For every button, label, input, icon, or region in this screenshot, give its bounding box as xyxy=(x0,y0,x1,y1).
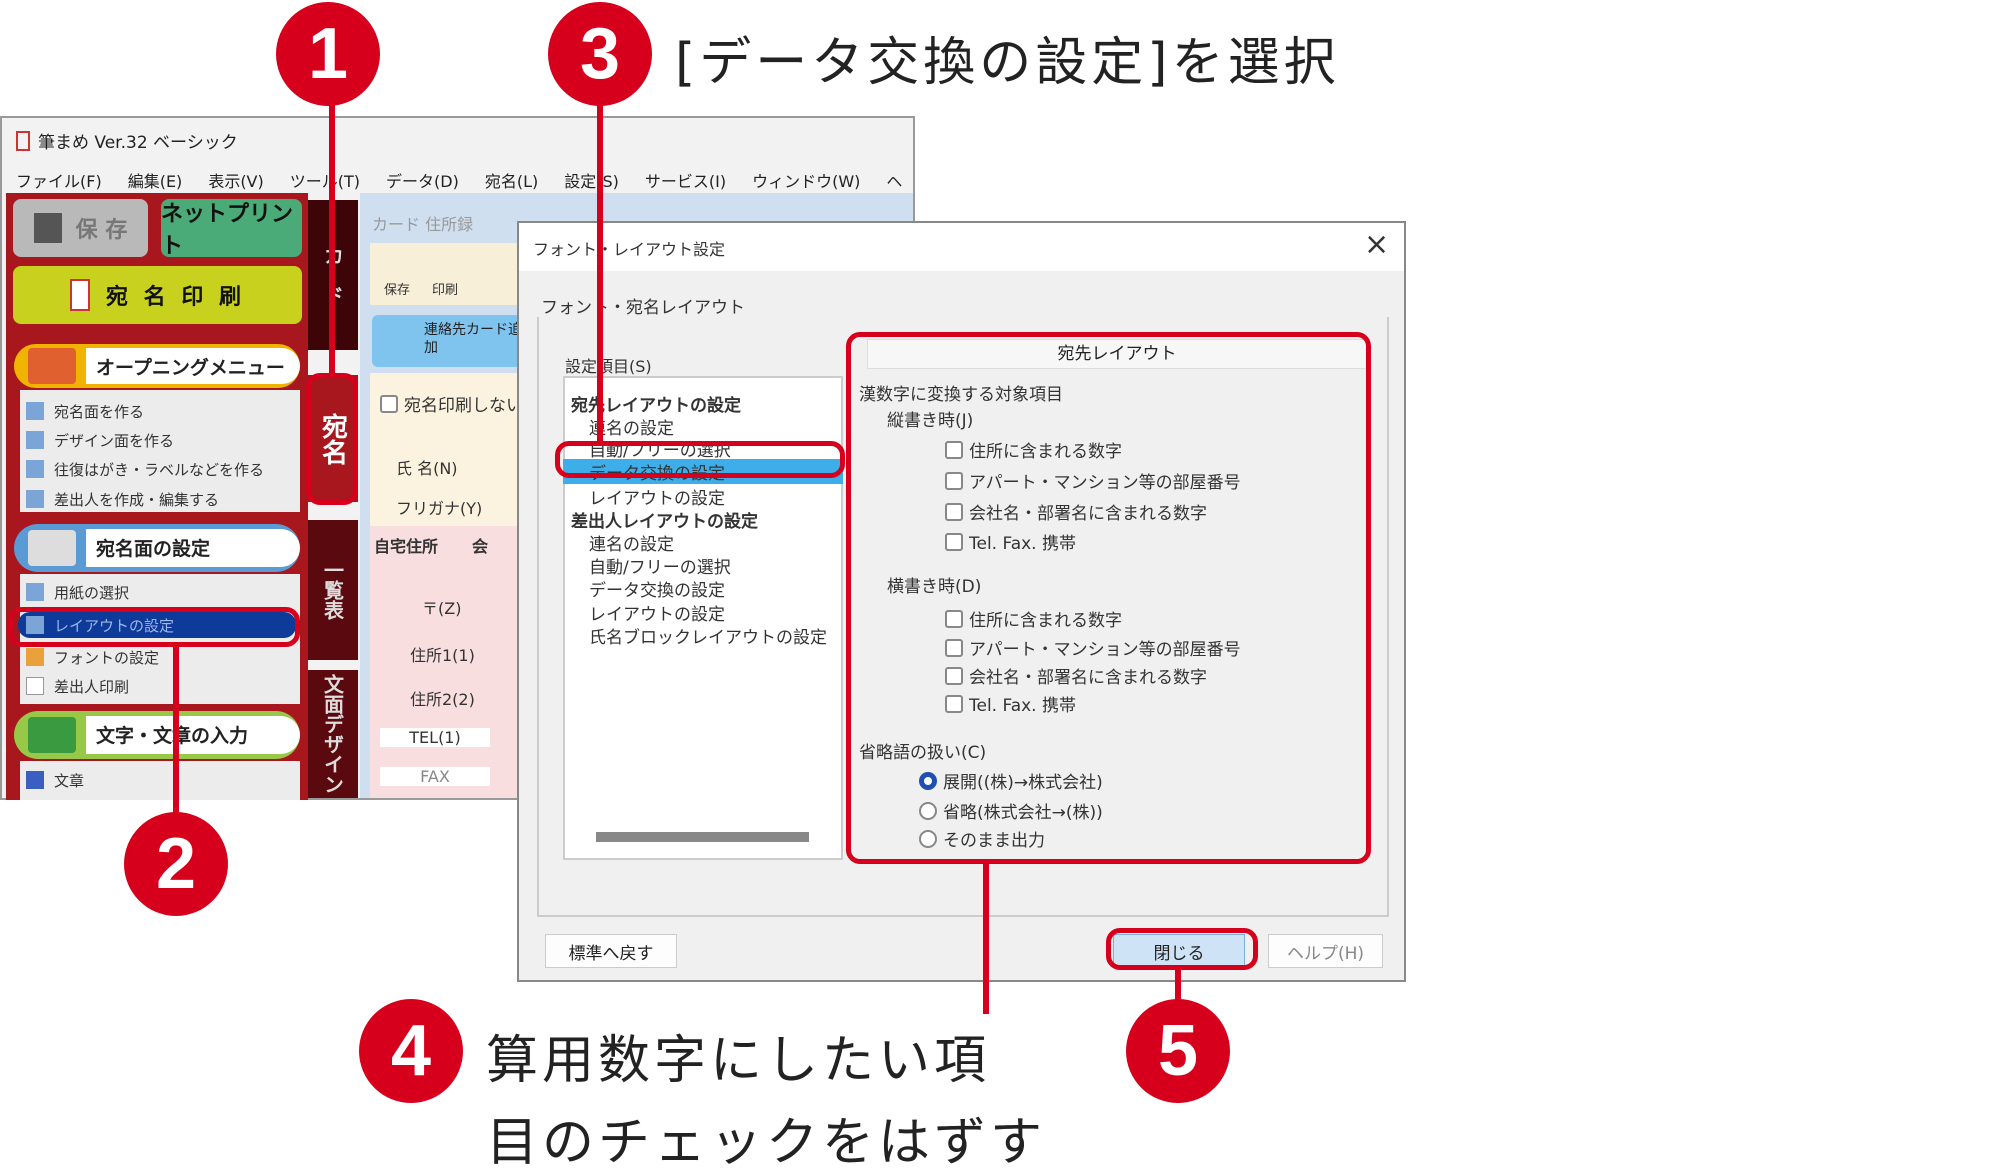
tel-label: TEL(1) xyxy=(380,728,490,747)
tab-list[interactable]: 一覧表 xyxy=(308,520,358,660)
close-icon[interactable]: × xyxy=(1364,227,1389,262)
postcard-icon xyxy=(70,279,90,311)
callout-1: 1 xyxy=(276,2,380,106)
fax-label: FAX xyxy=(380,767,490,786)
list-item[interactable]: 自動/フリーの選択 xyxy=(589,553,731,578)
name-label: 氏 名(N) xyxy=(396,459,458,478)
sidebar-item[interactable]: 宛名面を作る xyxy=(26,398,296,424)
address-settings-header[interactable]: 宛名面の設定 xyxy=(14,524,300,572)
callout-5: 5 xyxy=(1126,999,1230,1103)
menu-data[interactable]: データ(D) xyxy=(386,172,459,191)
dialog-title: フォント・レイアウト設定 xyxy=(533,240,726,259)
tab-company-address[interactable]: 会 xyxy=(472,533,488,557)
address2-label: 住所2(2) xyxy=(410,690,475,709)
add-card-button[interactable]: 連絡先カード追加 xyxy=(372,315,522,367)
window-title: 筆まめ Ver.32 ベーシック xyxy=(38,133,238,153)
label-icon xyxy=(26,460,44,478)
list-item[interactable]: 差出人レイアウトの設定 xyxy=(571,507,758,532)
font-icon xyxy=(26,648,44,666)
opening-menu-header[interactable]: オープニングメニュー xyxy=(14,344,300,388)
tab-design[interactable]: 文面デザイン xyxy=(308,670,358,798)
app-logo-icon xyxy=(16,130,30,151)
list-item[interactable]: レイアウトの設定 xyxy=(589,600,725,625)
title-bar: 筆まめ Ver.32 ベーシック xyxy=(16,128,238,153)
tab-home-address[interactable]: 自宅住所 xyxy=(374,533,438,557)
zip-label: 〒(Z) xyxy=(422,599,462,618)
toolbar-save[interactable]: 保存 xyxy=(384,279,410,298)
text-icon xyxy=(26,771,44,789)
callout-3: 3 xyxy=(548,2,652,106)
card-icon xyxy=(26,402,44,420)
hiragana-icon xyxy=(28,717,76,753)
address1-label: 住所1(1) xyxy=(410,646,475,665)
sidebar-item[interactable]: 差出人印刷 xyxy=(26,673,296,699)
print-address-button[interactable]: 宛 名 印 刷 xyxy=(13,266,302,324)
design-icon xyxy=(26,431,44,449)
menu-window[interactable]: ウィンドウ(W) xyxy=(752,172,860,191)
step3-instruction: [データ交換の設定]を選択 xyxy=(675,33,1340,93)
menu-icon xyxy=(28,348,76,384)
no-print-checkbox[interactable]: 宛名印刷しない xyxy=(380,391,523,416)
callout-4: 4 xyxy=(359,999,463,1103)
step4-instruction-line1: 算用数字にしたい項 xyxy=(486,1031,991,1091)
menu-service[interactable]: サービス(I) xyxy=(645,172,726,191)
sidebar-item[interactable]: フォントの設定 xyxy=(26,644,296,670)
list-item[interactable]: 連名の設定 xyxy=(589,530,674,555)
menu-address[interactable]: 宛名(L) xyxy=(485,172,538,191)
sender-icon xyxy=(26,490,44,508)
menu-file[interactable]: ファイル(F) xyxy=(16,172,102,191)
sidebar-item[interactable]: 用紙の選択 xyxy=(26,579,296,605)
text-input-header[interactable]: 文字・文章の入力 xyxy=(14,711,300,759)
list-item[interactable]: データ交換の設定 xyxy=(589,576,725,601)
card-header: カード 住所録 xyxy=(372,215,474,234)
sidebar-item[interactable]: 文章 xyxy=(26,767,296,793)
gear-icon xyxy=(28,530,76,566)
menu-tools[interactable]: ツール(T) xyxy=(290,172,360,191)
paper-icon xyxy=(26,583,44,601)
reset-button[interactable]: 標準へ戻す xyxy=(545,934,677,968)
menu-settings[interactable]: 設定(S) xyxy=(564,172,619,191)
furigana-label: フリガナ(Y) xyxy=(396,499,483,518)
print-icon xyxy=(26,677,44,695)
tab-font-address-layout[interactable]: フォント・宛名レイアウト xyxy=(541,293,745,318)
help-button[interactable]: ヘルプ(H) xyxy=(1268,934,1383,968)
netprint-button[interactable]: ネットプリント xyxy=(161,199,302,259)
save-button[interactable]: 保 存 xyxy=(13,199,148,257)
sidebar-item[interactable]: デザイン面を作る xyxy=(26,427,296,453)
toolbar-print[interactable]: 印刷 xyxy=(432,279,458,298)
sidebar-item[interactable]: 往復はがき・ラベルなどを作る xyxy=(26,456,296,482)
menu-view[interactable]: 表示(V) xyxy=(208,172,263,191)
step4-instruction-line2: 目のチェックをはずす xyxy=(486,1113,1047,1173)
list-item[interactable]: 氏名ブロックレイアウトの設定 xyxy=(589,623,827,648)
floppy-icon xyxy=(33,213,62,243)
sidebar-item[interactable]: 差出人を作成・編集する xyxy=(26,486,296,512)
sidebar: 保 存 ネットプリント 宛 名 印 刷 オープニングメニュー 宛名面を作る デザ… xyxy=(6,193,308,800)
horizontal-scrollbar[interactable] xyxy=(596,832,809,842)
callout-2: 2 xyxy=(124,812,228,916)
menu-edit[interactable]: 編集(E) xyxy=(128,172,183,191)
list-label: 設定項目(S) xyxy=(565,357,652,376)
list-item[interactable]: レイアウトの設定 xyxy=(589,484,725,509)
